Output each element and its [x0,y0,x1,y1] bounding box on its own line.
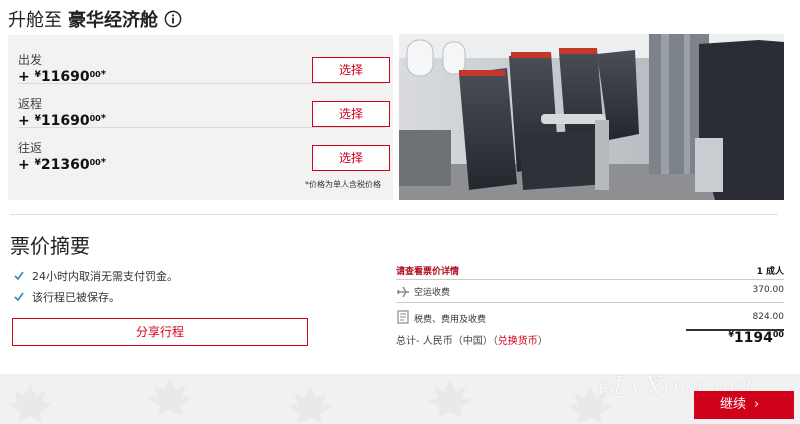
upgrade-row-outbound: 出发 + ¥1169000* 选择 [18,41,390,85]
continue-button[interactable]: 继续 › [694,391,794,419]
upgrade-prefix: 升舱至 [8,10,62,31]
row-price: + ¥2136000* [18,155,106,173]
cabin-photo [399,34,784,200]
info-icon[interactable] [164,10,182,28]
row-label: 返程 [18,97,43,111]
receipt-icon [397,310,409,324]
continue-label: 继续 [720,397,747,412]
check-text: 该行程已被保存。 [32,291,120,304]
total-decimals: 00 [772,330,784,339]
price-decimals: 00 [89,70,101,79]
fare-details-panel: 请查看票价详情 1 成人 空运收费 370.00 税费、费用及收费 824.00… [396,262,784,357]
price-star: * [100,113,106,124]
check-item-cancellation: 24小时内取消无需支付罚金。 [14,268,178,284]
price-star: * [100,157,106,168]
plane-icon [397,286,409,298]
total-label: 总计- 人民币（中国）（兑换货币） [396,336,548,347]
air-value: 370.00 [752,285,785,295]
upgrade-title: 升舱至 豪华经济舱 [8,6,182,32]
total-row: 总计- 人民币（中国）（兑换货币） ¥119400 [396,330,784,352]
total-price: ¥119400 [728,330,784,346]
upgrade-options-panel: 出发 + ¥1169000* 选择 返程 + ¥1169000* 选择 往返 +… [8,35,393,200]
cabin-seats-image [399,34,784,200]
price-footnote: *价格为单人含税价格 [305,180,381,189]
total-label-text: 总计- 人民币（中国） [396,336,493,347]
taxes-row: 税费、费用及收费 824.00 [396,310,784,326]
chevron-right-icon: › [754,397,760,412]
select-return-button[interactable]: 选择 [312,101,390,127]
tax-label: 税费、费用及收费 [414,315,487,325]
check-text: 24小时内取消无需支付罚金。 [32,270,178,283]
checkmark-icon [14,271,24,281]
select-roundtrip-button[interactable]: 选择 [312,145,390,171]
total-amount: 1194 [733,330,773,346]
price-decimals: 00 [89,158,101,167]
select-outbound-button[interactable]: 选择 [312,57,390,83]
fare-details-header: 请查看票价详情 1 成人 [396,264,784,278]
fare-summary-title: 票价摘要 [10,234,90,258]
price-decimals: 00 [89,114,101,123]
row-divider [18,127,385,128]
price-amount: 21360 [40,157,90,173]
row-label: 往返 [18,141,43,155]
row-label: 出发 [18,53,43,67]
checkmark-icon [14,292,24,302]
row-divider [396,302,784,303]
check-item-saved: 该行程已被保存。 [14,289,120,305]
upgrade-row-return: 返程 + ¥1169000* 选择 [18,85,390,129]
currency-change-link[interactable]: 兑换货币 [498,336,538,347]
upgrade-row-roundtrip: 往返 + ¥2136000* 选择 [18,129,390,173]
row-divider [18,83,385,84]
cabin-name: 豪华经济舱 [68,10,158,31]
close-paren: ） [537,336,548,347]
fare-details-link[interactable]: 请查看票价详情 [396,267,459,277]
tax-value: 824.00 [752,312,785,322]
section-divider [10,214,778,215]
passenger-count: 1 成人 [756,267,784,277]
air-label: 空运收费 [414,288,451,298]
air-transport-row: 空运收费 370.00 [396,284,784,300]
price-star: * [100,69,106,80]
price-plus: + [18,157,30,173]
row-divider [396,279,784,280]
share-itinerary-button[interactable]: 分享行程 [12,318,308,346]
